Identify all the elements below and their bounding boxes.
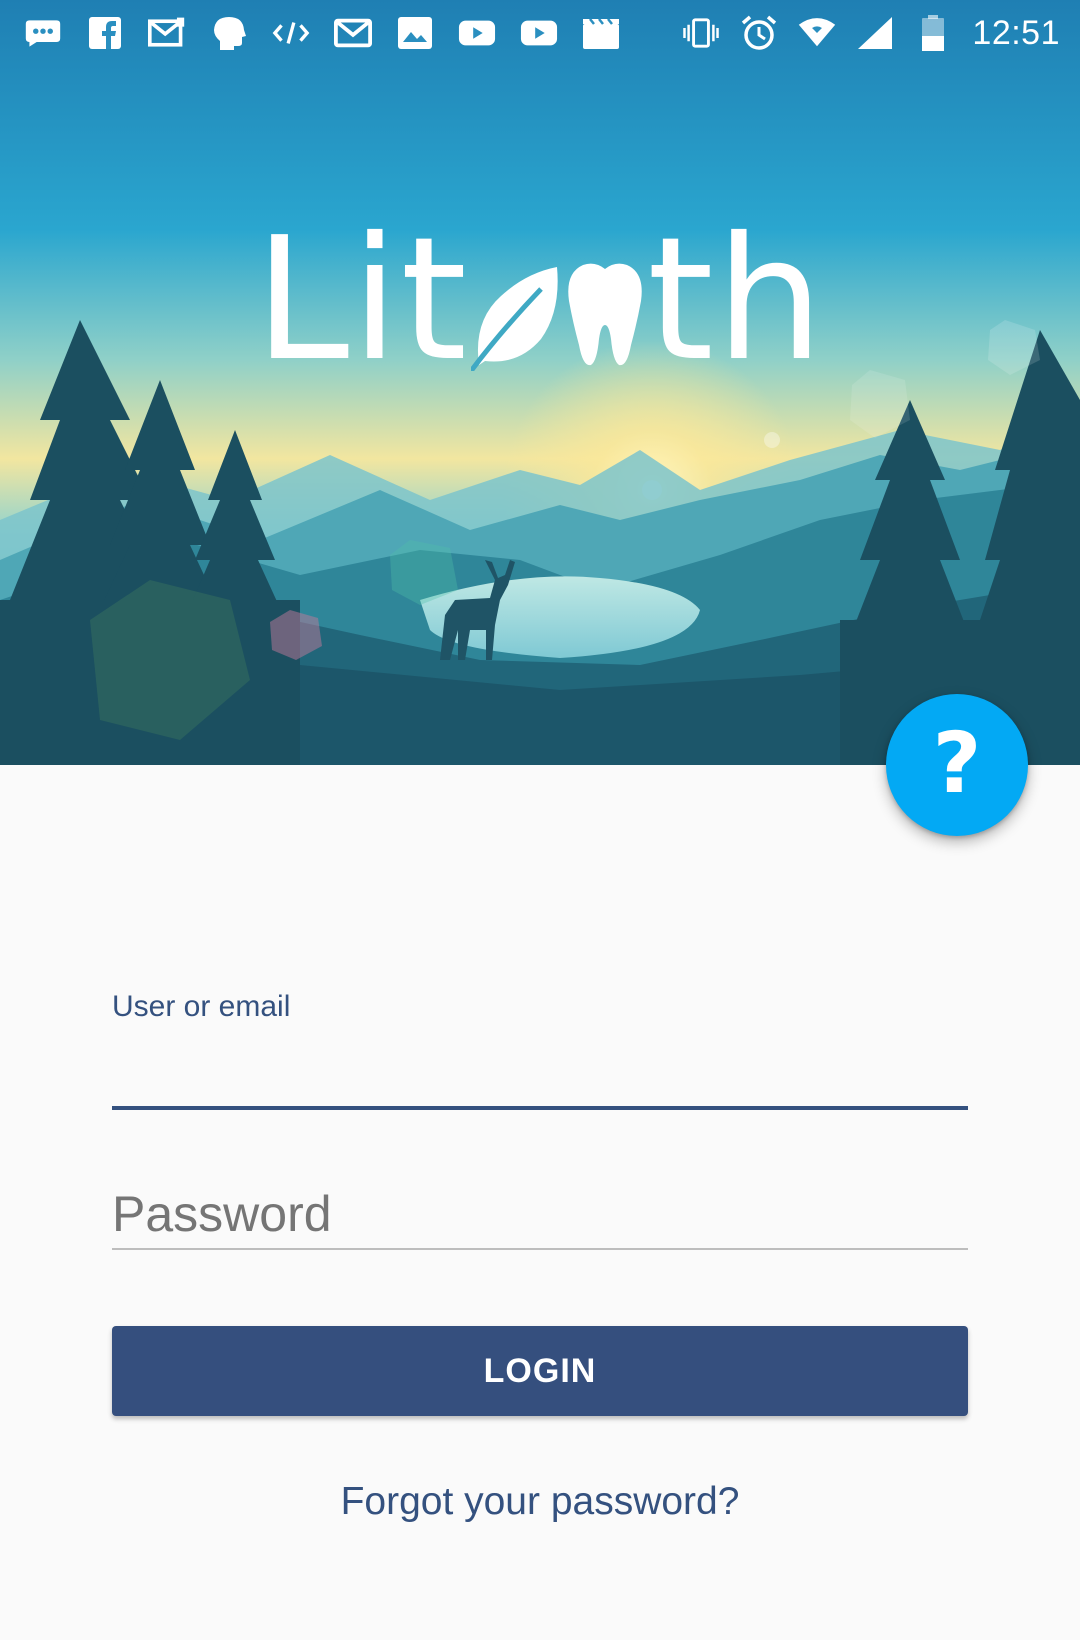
signal-icon (856, 16, 894, 50)
youtube-icon (520, 16, 558, 50)
vibrate-icon (682, 16, 720, 50)
help-button[interactable]: ? (886, 694, 1028, 836)
header-banner: 12:51 Lit th (0, 0, 1080, 765)
head-icon (210, 16, 248, 50)
leaf-icon (471, 267, 558, 371)
gmail-icon (334, 16, 372, 50)
status-bar: 12:51 (0, 0, 1080, 66)
notification-icons (0, 16, 620, 50)
logo-suffix: th (647, 201, 826, 399)
user-field-label: User or email (112, 990, 291, 1023)
system-icons: 12:51 (682, 14, 1080, 53)
code-icon (272, 16, 310, 50)
wifi-icon (798, 16, 836, 50)
battery-icon (914, 15, 952, 51)
login-button[interactable]: LOGIN (112, 1326, 968, 1416)
image-icon (396, 16, 434, 50)
status-time: 12:51 (972, 13, 1060, 52)
app-logo: Lit th (0, 215, 1080, 385)
login-form: User or email LOGIN Forgot your password… (112, 990, 968, 1524)
tooth-icon (568, 263, 642, 366)
help-button-label: ? (932, 714, 982, 812)
logo-prefix: Lit (254, 201, 470, 399)
user-email-field[interactable] (112, 1030, 968, 1110)
clapperboard-icon (582, 16, 620, 50)
password-field[interactable] (112, 1180, 968, 1250)
logo-wordmark: Lit th (254, 215, 825, 385)
alarm-icon (740, 15, 778, 50)
chat-bubble-icon (24, 16, 62, 50)
facebook-icon (86, 16, 124, 50)
mail-alert-icon (148, 16, 186, 50)
youtube-icon (458, 16, 496, 50)
forgot-password-link[interactable]: Forgot your password? (112, 1480, 968, 1524)
